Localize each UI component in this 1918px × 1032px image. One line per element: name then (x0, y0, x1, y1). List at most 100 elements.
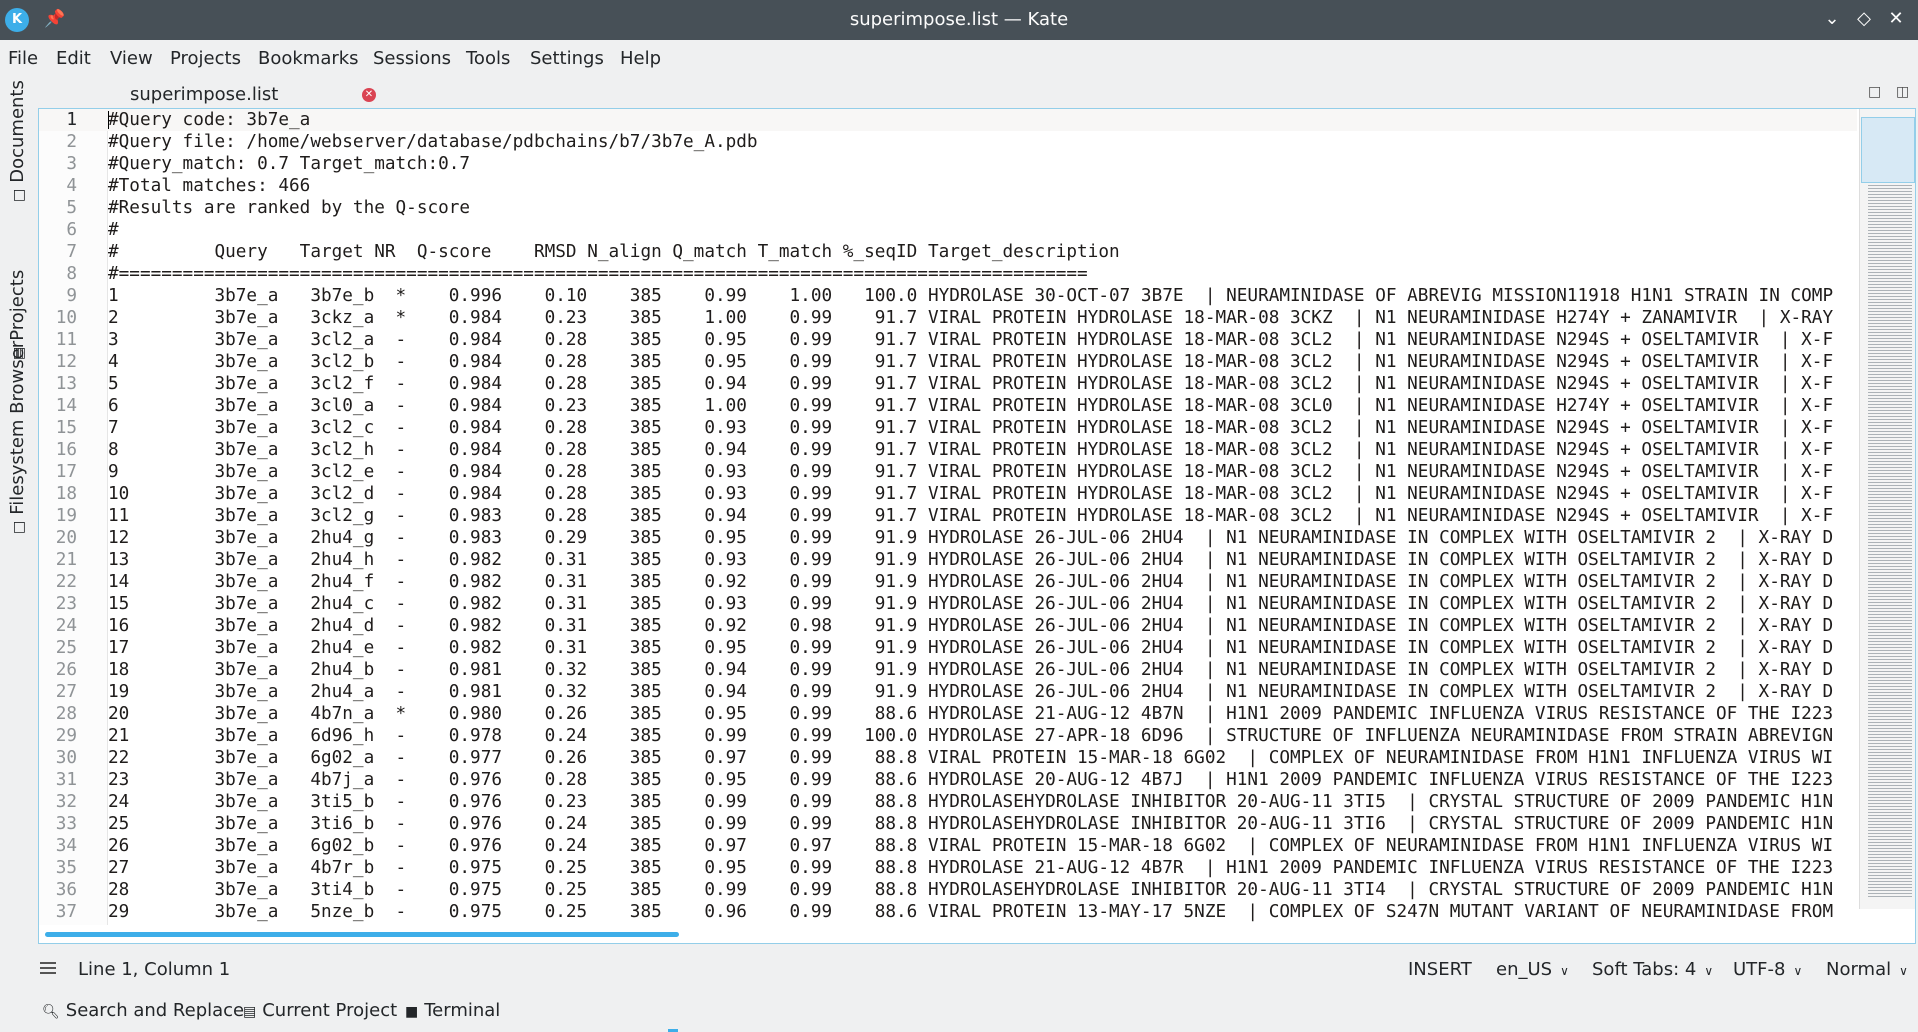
line-text[interactable]: 24 3b7e_a 3ti5_b - 0.976 0.23 385 0.99 0… (108, 791, 1833, 813)
line-text[interactable]: 29 3b7e_a 5nze_b - 0.975 0.25 385 0.96 0… (108, 901, 1833, 923)
line-text[interactable]: 25 3b7e_a 3ti6_b - 0.976 0.24 385 0.99 0… (108, 813, 1833, 835)
toolview-terminal[interactable]: ■ Terminal (405, 996, 500, 1027)
editor-line[interactable]: 25 17 3b7e_a 2hu4_e - 0.982 0.31 385 0.95… (39, 637, 1833, 659)
editor-line[interactable]: 24 16 3b7e_a 2hu4_d - 0.982 0.31 385 0.92… (39, 615, 1833, 637)
close-icon[interactable]: ✕ (362, 88, 376, 102)
horizontal-scrollbar-thumb[interactable] (45, 932, 679, 937)
line-text[interactable]: 10 3b7e_a 3cl2_d - 0.984 0.28 385 0.93 0… (108, 483, 1833, 505)
line-text[interactable]: 27 3b7e_a 4b7r_b - 0.975 0.25 385 0.95 0… (108, 857, 1833, 879)
menu-tools[interactable]: Tools (466, 44, 510, 74)
line-text[interactable]: 5 3b7e_a 3cl2_f - 0.984 0.28 385 0.94 0.… (108, 373, 1833, 395)
editor-lines[interactable]: 1 #Query code: 3b7e_a 2 #Query file: /home/… (39, 109, 1833, 923)
line-text[interactable]: 14 3b7e_a 2hu4_f - 0.982 0.31 385 0.92 0… (108, 571, 1833, 593)
line-text[interactable]: 23 3b7e_a 4b7j_a - 0.976 0.28 385 0.95 0… (108, 769, 1833, 791)
editor-line[interactable]: 21 13 3b7e_a 2hu4_h - 0.982 0.31 385 0.93… (39, 549, 1833, 571)
line-text[interactable]: 3 3b7e_a 3cl2_a - 0.984 0.28 385 0.95 0.… (108, 329, 1833, 351)
dictionary-select[interactable]: en_US ∨ (1496, 955, 1569, 986)
editor-line[interactable]: 30 22 3b7e_a 6g02_a - 0.977 0.26 385 0.97… (39, 747, 1833, 769)
line-text[interactable]: 21 3b7e_a 6d96_h - 0.978 0.24 385 0.99 0… (108, 725, 1833, 747)
editor-line[interactable]: 10 2 3b7e_a 3ckz_a * 0.984 0.23 385 1.00 … (39, 307, 1833, 329)
line-text[interactable]: 12 3b7e_a 2hu4_g - 0.983 0.29 385 0.95 0… (108, 527, 1833, 549)
editor-line[interactable]: 34 26 3b7e_a 6g02_b - 0.976 0.24 385 0.97… (39, 835, 1833, 857)
encoding-select[interactable]: UTF-8 ∨ (1733, 955, 1802, 986)
editor-line[interactable]: 12 4 3b7e_a 3cl2_b - 0.984 0.28 385 0.95 … (39, 351, 1833, 373)
line-text[interactable]: 22 3b7e_a 6g02_a - 0.977 0.26 385 0.97 0… (108, 747, 1833, 769)
line-text[interactable]: 1 3b7e_a 3b7e_b * 0.996 0.10 385 0.99 1.… (108, 285, 1833, 307)
new-tab-icon[interactable]: □ (1868, 84, 1881, 100)
editor-line[interactable]: 36 28 3b7e_a 3ti4_b - 0.975 0.25 385 0.99… (39, 879, 1833, 901)
editor-line[interactable]: 16 8 3b7e_a 3cl2_h - 0.984 0.28 385 0.94 … (39, 439, 1833, 461)
close-icon[interactable]: ✕ (1884, 7, 1908, 31)
line-text[interactable]: #Total matches: 466 (108, 175, 310, 197)
editor-line[interactable]: 37 29 3b7e_a 5nze_b - 0.975 0.25 385 0.96… (39, 901, 1833, 923)
toolview-current-project[interactable]: ▤ Current Project (243, 996, 397, 1027)
editor-line[interactable]: 28 20 3b7e_a 4b7n_a * 0.980 0.26 385 0.95… (39, 703, 1833, 725)
input-mode[interactable]: INSERT (1408, 955, 1472, 985)
editor-line[interactable]: 33 25 3b7e_a 3ti6_b - 0.976 0.24 385 0.99… (39, 813, 1833, 835)
editor-line[interactable]: 1 #Query code: 3b7e_a (39, 109, 310, 131)
line-text[interactable]: 16 3b7e_a 2hu4_d - 0.982 0.31 385 0.92 0… (108, 615, 1833, 637)
editor-line[interactable]: 18 10 3b7e_a 3cl2_d - 0.984 0.28 385 0.93… (39, 483, 1833, 505)
editor-line[interactable]: 14 6 3b7e_a 3cl0_a - 0.984 0.23 385 1.00 … (39, 395, 1833, 417)
editor-line[interactable]: 8 #======================================… (39, 263, 1087, 285)
editor-line[interactable]: 35 27 3b7e_a 4b7r_b - 0.975 0.25 385 0.95… (39, 857, 1833, 879)
toolview-search-and-replace[interactable]: 🔍︎ Search and Replace (42, 996, 244, 1027)
editor-line[interactable]: 27 19 3b7e_a 2hu4_a - 0.981 0.32 385 0.94… (39, 681, 1833, 703)
syntax-mode-select[interactable]: Normal ∨ (1826, 955, 1908, 986)
editor-line[interactable]: 5 #Results are ranked by the Q-score (39, 197, 470, 219)
editor-line[interactable]: 20 12 3b7e_a 2hu4_g - 0.983 0.29 385 0.95… (39, 527, 1833, 549)
cursor-position[interactable]: Line 1, Column 1 (78, 955, 230, 985)
line-text[interactable]: 28 3b7e_a 3ti4_b - 0.975 0.25 385 0.99 0… (108, 879, 1833, 901)
line-text[interactable]: # (108, 219, 119, 241)
line-text[interactable]: 7 3b7e_a 3cl2_c - 0.984 0.28 385 0.93 0.… (108, 417, 1833, 439)
sidetab-filesystem-browser[interactable]: □ Filesystem Browser (3, 341, 34, 534)
line-text[interactable]: 13 3b7e_a 2hu4_h - 0.982 0.31 385 0.93 0… (108, 549, 1833, 571)
split-view-icon[interactable]: ◫ (1896, 84, 1909, 100)
line-text[interactable]: #Query_match: 0.7 Target_match:0.7 (108, 153, 470, 175)
horizontal-scrollbar[interactable] (39, 925, 1857, 943)
menu-file[interactable]: File (8, 44, 38, 74)
editor-line[interactable]: 31 23 3b7e_a 4b7j_a - 0.976 0.28 385 0.95… (39, 769, 1833, 791)
tab-superimpose-list[interactable]: superimpose.list ✕ (38, 82, 384, 110)
line-text[interactable]: 20 3b7e_a 4b7n_a * 0.980 0.26 385 0.95 0… (108, 703, 1833, 725)
line-text[interactable]: 15 3b7e_a 2hu4_c - 0.982 0.31 385 0.93 0… (108, 593, 1833, 615)
indentation-select[interactable]: Soft Tabs: 4 ∨ (1592, 955, 1713, 986)
minimize-icon[interactable]: ⌄ (1820, 7, 1844, 31)
editor-line[interactable]: 6 # (39, 219, 118, 241)
line-text[interactable]: 19 3b7e_a 2hu4_a - 0.981 0.32 385 0.94 0… (108, 681, 1833, 703)
editor-line[interactable]: 13 5 3b7e_a 3cl2_f - 0.984 0.28 385 0.94 … (39, 373, 1833, 395)
line-text[interactable]: #Query file: /home/webserver/database/pd… (108, 131, 758, 153)
maximize-icon[interactable]: ◇ (1852, 7, 1876, 31)
line-text[interactable]: 4 3b7e_a 3cl2_b - 0.984 0.28 385 0.95 0.… (108, 351, 1833, 373)
minimap-scrollbar[interactable] (1859, 109, 1915, 909)
editor-line[interactable]: 26 18 3b7e_a 2hu4_b - 0.981 0.32 385 0.94… (39, 659, 1833, 681)
line-text[interactable]: #=======================================… (108, 263, 1088, 285)
editor-line[interactable]: 15 7 3b7e_a 3cl2_c - 0.984 0.28 385 0.93 … (39, 417, 1833, 439)
editor-line[interactable]: 3 #Query_match: 0.7 Target_match:0.7 (39, 153, 470, 175)
menu-edit[interactable]: Edit (56, 44, 91, 74)
line-text[interactable]: 26 3b7e_a 6g02_b - 0.976 0.24 385 0.97 0… (108, 835, 1833, 857)
line-text[interactable]: # Query Target NR Q-score RMSD N_align Q… (108, 241, 1120, 263)
dynamic-word-wrap-icon[interactable] (40, 962, 56, 976)
line-text[interactable]: 18 3b7e_a 2hu4_b - 0.981 0.32 385 0.94 0… (108, 659, 1833, 681)
menu-bookmarks[interactable]: Bookmarks (258, 44, 359, 74)
line-text[interactable]: #Results are ranked by the Q-score (108, 197, 470, 219)
editor-line[interactable]: 32 24 3b7e_a 3ti5_b - 0.976 0.23 385 0.99… (39, 791, 1833, 813)
line-text[interactable]: 8 3b7e_a 3cl2_h - 0.984 0.28 385 0.94 0.… (108, 439, 1833, 461)
editor-line[interactable]: 9 1 3b7e_a 3b7e_b * 0.996 0.10 385 0.99 1… (39, 285, 1833, 307)
minimap-viewport[interactable] (1861, 117, 1915, 183)
line-text[interactable]: 6 3b7e_a 3cl0_a - 0.984 0.23 385 1.00 0.… (108, 395, 1833, 417)
line-text[interactable]: 11 3b7e_a 3cl2_g - 0.983 0.28 385 0.94 0… (108, 505, 1833, 527)
editor-line[interactable]: 19 11 3b7e_a 3cl2_g - 0.983 0.28 385 0.94… (39, 505, 1833, 527)
editor-line[interactable]: 23 15 3b7e_a 2hu4_c - 0.982 0.31 385 0.93… (39, 593, 1833, 615)
editor-line[interactable]: 7 # Query Target NR Q-score RMSD N_align … (39, 241, 1119, 263)
line-text[interactable]: 9 3b7e_a 3cl2_e - 0.984 0.28 385 0.93 0.… (108, 461, 1833, 483)
editor-line[interactable]: 29 21 3b7e_a 6d96_h - 0.978 0.24 385 0.99… (39, 725, 1833, 747)
sidetab-documents[interactable]: □ Documents (3, 80, 34, 202)
line-text[interactable]: 17 3b7e_a 2hu4_e - 0.982 0.31 385 0.95 0… (108, 637, 1833, 659)
menu-settings[interactable]: Settings (530, 44, 604, 74)
editor-line[interactable]: 2 #Query file: /home/webserver/database/p… (39, 131, 757, 153)
editor-line[interactable]: 11 3 3b7e_a 3cl2_a - 0.984 0.28 385 0.95 … (39, 329, 1833, 351)
text-editor[interactable]: 1 #Query code: 3b7e_a 2 #Query file: /home/… (38, 108, 1916, 944)
editor-line[interactable]: 17 9 3b7e_a 3cl2_e - 0.984 0.28 385 0.93 … (39, 461, 1833, 483)
